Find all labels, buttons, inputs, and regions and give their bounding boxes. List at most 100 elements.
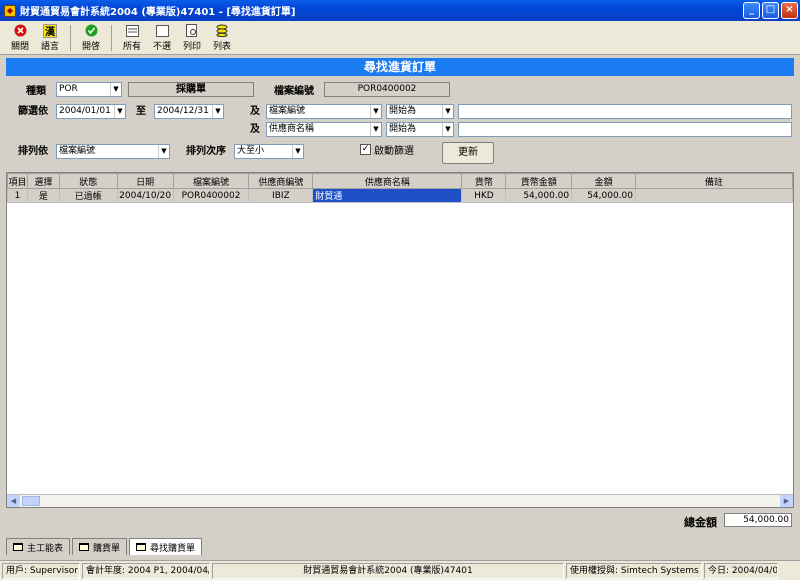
cell-supplier-name[interactable]: 財貿通 (312, 188, 463, 203)
column-header[interactable]: 日期 (116, 173, 174, 189)
app-icon: ◆ (4, 4, 16, 17)
order-select[interactable]: 大至小 ▼ (234, 144, 304, 159)
open-button[interactable]: 開啓 (77, 23, 105, 53)
select-all-button[interactable]: 所有 (118, 23, 146, 53)
maximize-button[interactable]: □ (762, 2, 779, 19)
type-name-display: 採購單 (128, 82, 254, 97)
scroll-thumb[interactable] (22, 496, 40, 506)
condition2-op-value: 開始為 (389, 124, 417, 134)
chevron-down-icon: ▼ (110, 83, 121, 96)
cell-currency[interactable]: HKD (461, 188, 507, 203)
status-license: 使用權授與: Simtech Systems Ltd. (566, 562, 702, 579)
status-user: 用戶: Supervisor (2, 562, 80, 579)
tab-purchase-order[interactable]: 購貨單 (72, 538, 128, 555)
condition2-field-select[interactable]: 供應商名稱 ▼ (266, 122, 382, 137)
close-window-button[interactable]: × (781, 2, 798, 19)
status-system: 財貿通貿易會計系統2004 (專業版)47401 (212, 562, 564, 579)
print-button[interactable]: 列印 (178, 23, 206, 53)
status-fiscal-year: 會計年度: 2004 P1, 2004/04/01 (82, 562, 210, 579)
language-icon: 漢 (43, 23, 57, 38)
deselect-button[interactable]: 不選 (148, 23, 176, 53)
refresh-button[interactable]: 更新 (442, 142, 494, 164)
results-table: 項目 選擇 狀態 日期 檔案編號 供應商編號 供應商名稱 貨幣 貨幣金額 金額 … (7, 173, 793, 203)
form-header: 尋找進貨訂單 (6, 58, 794, 76)
column-header[interactable]: 金額 (571, 173, 637, 189)
condition1-field-select[interactable]: 檔案編號 ▼ (266, 104, 382, 119)
file-no-label: 檔案編號 (274, 86, 314, 97)
date-to-value: 2004/12/31 (157, 106, 209, 116)
scroll-right-icon[interactable]: ▶ (780, 495, 793, 507)
chevron-down-icon: ▼ (292, 145, 303, 158)
and-label: 及 (250, 124, 260, 135)
cell-remarks[interactable] (635, 188, 793, 203)
chevron-down-icon: ▼ (158, 145, 169, 158)
enable-filter-label: 啟動篩選 (374, 146, 414, 157)
table-row[interactable]: 1 是 已過帳 2004/10/20 POR0400002 IBIZ 財貿通 H… (7, 188, 793, 203)
tab-find-purchase-order[interactable]: 尋找購貨單 (129, 538, 203, 555)
close-icon (13, 24, 27, 38)
column-header[interactable]: 項目 (7, 173, 28, 189)
condition2-op-select[interactable]: 開始為 ▼ (386, 122, 454, 137)
date-from-value: 2004/01/01 (59, 106, 111, 116)
window-icon (136, 543, 147, 551)
sort-label: 排列依 (18, 146, 48, 157)
table-header-row: 項目 選擇 狀態 日期 檔案編號 供應商編號 供應商名稱 貨幣 貨幣金額 金額 … (7, 173, 793, 189)
and-label: 及 (250, 106, 260, 117)
horizontal-scrollbar[interactable]: ◀ ▶ (7, 494, 793, 507)
column-header[interactable]: 檔案編號 (172, 173, 250, 189)
select-all-icon (125, 24, 139, 38)
condition2-value-input[interactable] (458, 122, 792, 137)
minimize-button[interactable]: _ (743, 2, 760, 19)
chevron-down-icon: ▼ (370, 105, 381, 118)
deselect-icon (155, 24, 169, 38)
column-header[interactable]: 供應商編號 (248, 173, 314, 189)
column-header[interactable]: 備註 (635, 173, 793, 189)
cell-file-no[interactable]: POR0400002 (172, 188, 250, 203)
cell-supplier-code[interactable]: IBIZ (248, 188, 314, 203)
column-header[interactable]: 貨幣金額 (505, 173, 573, 189)
language-button-label: 語言 (40, 41, 59, 52)
condition1-op-select[interactable]: 開始為 ▼ (386, 104, 454, 119)
cell-status[interactable]: 已過帳 (58, 188, 118, 203)
cell-amount[interactable]: 54,000.00 (571, 188, 637, 203)
close-button[interactable]: 關閉 (6, 23, 34, 53)
list-icon (215, 24, 229, 38)
cell-item[interactable]: 1 (7, 188, 28, 203)
total-label: 總金額 (684, 516, 717, 529)
type-select[interactable]: POR ▼ (56, 82, 122, 97)
condition1-value-input[interactable] (458, 104, 792, 119)
column-header[interactable]: 貨幣 (461, 173, 507, 189)
window-title: 財貿通貿易會計系統2004 (專業版)47401 - [尋找進貨訂單] (20, 7, 296, 18)
status-today: 今日: 2004/04/01 (704, 562, 778, 579)
toolbar-separator (70, 24, 71, 51)
cell-currency-amount[interactable]: 54,000.00 (505, 188, 573, 203)
column-header[interactable]: 狀態 (58, 173, 118, 189)
type-label: 種類 (26, 86, 46, 97)
tab-main-menu[interactable]: 主工能表 (6, 538, 71, 555)
tab-label: 尋找購貨單 (150, 543, 196, 554)
cell-select[interactable]: 是 (26, 188, 60, 203)
list-button[interactable]: 列表 (208, 23, 236, 53)
date-from-select[interactable]: 2004/01/01 ▼ (56, 104, 126, 119)
print-icon (185, 24, 199, 38)
results-grid: 項目 選擇 狀態 日期 檔案編號 供應商編號 供應商名稱 貨幣 貨幣金額 金額 … (6, 172, 794, 508)
column-header[interactable]: 選擇 (26, 173, 60, 189)
toolbar-separator (111, 24, 112, 51)
window-icon (79, 543, 90, 551)
condition1-op-value: 開始為 (389, 106, 417, 116)
close-button-label: 關閉 (10, 41, 29, 52)
language-button[interactable]: 漢 語言 (36, 23, 64, 53)
condition1-field-value: 檔案編號 (269, 106, 306, 116)
type-select-value: POR (59, 84, 78, 94)
scroll-left-icon[interactable]: ◀ (7, 495, 20, 507)
chevron-down-icon: ▼ (114, 105, 125, 118)
title-bar[interactable]: ◆ 財貿通貿易會計系統2004 (專業版)47401 - [尋找進貨訂單] _ … (0, 0, 800, 21)
sort-field-select[interactable]: 檔案編號 ▼ (56, 144, 170, 159)
date-to-select[interactable]: 2004/12/31 ▼ (154, 104, 224, 119)
chevron-down-icon: ▼ (442, 105, 453, 118)
column-header[interactable]: 供應商名稱 (312, 173, 463, 189)
enable-filter-checkbox[interactable]: ✓ 啟動篩選 (360, 142, 414, 157)
open-button-label: 開啓 (81, 41, 100, 52)
chevron-down-icon: ▼ (212, 105, 223, 118)
cell-date[interactable]: 2004/10/20 (116, 188, 174, 203)
